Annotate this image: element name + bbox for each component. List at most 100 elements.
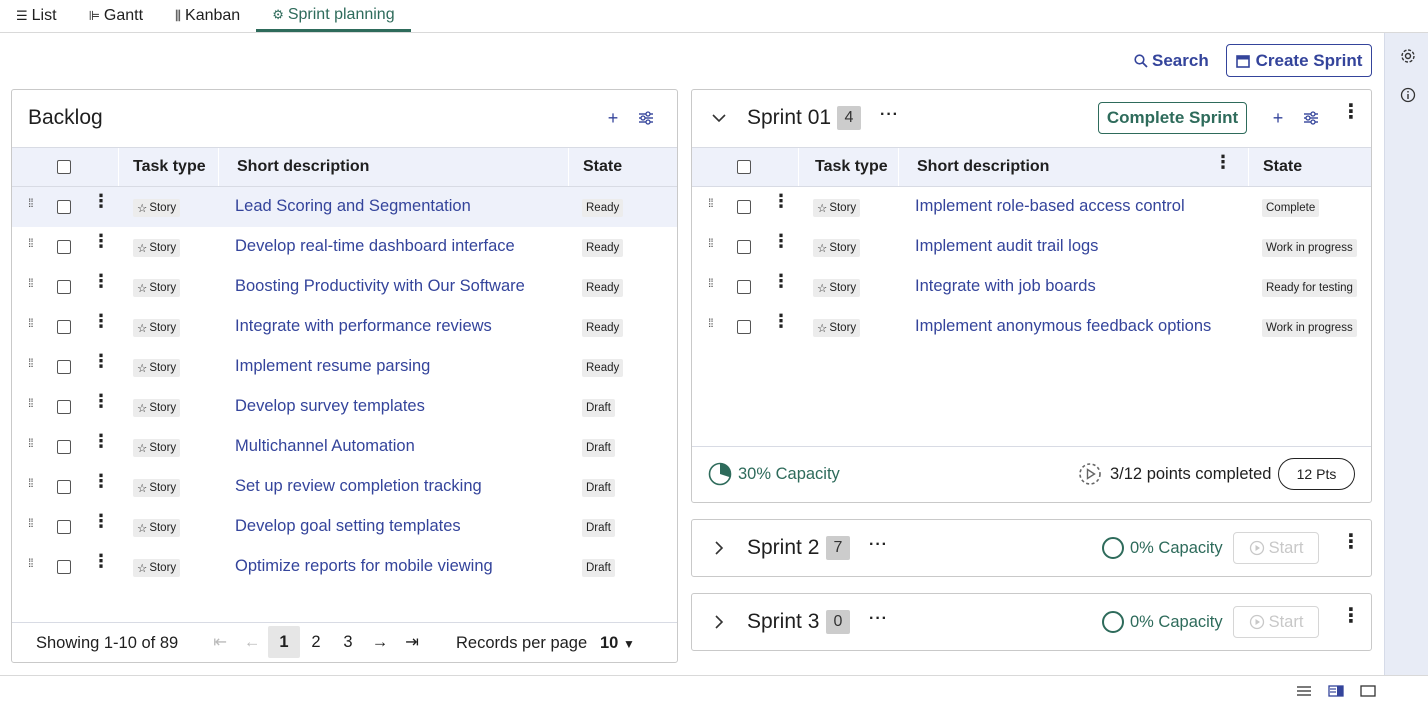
row-checkbox[interactable] — [57, 480, 71, 494]
select-all-checkbox[interactable] — [57, 160, 71, 174]
row-menu-icon[interactable]: ⋮ — [92, 512, 110, 530]
task-link[interactable]: Set up review completion tracking — [235, 477, 482, 496]
row-checkbox[interactable] — [57, 320, 71, 334]
row-menu-icon[interactable]: ⋮ — [772, 192, 790, 210]
task-link[interactable]: Implement anonymous feedback options — [915, 317, 1211, 336]
task-link[interactable]: Implement role-based access control — [915, 197, 1185, 216]
drag-handle-icon[interactable]: ⁞⁞ — [28, 237, 38, 249]
start-sprint-button[interactable]: Start — [1233, 532, 1319, 564]
page-button[interactable]: 3 — [332, 626, 364, 658]
row-menu-icon[interactable]: ⋮ — [92, 472, 110, 490]
drag-handle-icon[interactable]: ⁞⁞ — [708, 277, 718, 289]
filter-settings-icon[interactable] — [1301, 108, 1321, 128]
kebab-menu-icon[interactable]: ⋮ — [1341, 606, 1361, 626]
column-short-description[interactable]: Short description — [218, 148, 568, 186]
task-link[interactable]: Multichannel Automation — [235, 437, 415, 456]
row-menu-icon[interactable]: ⋮ — [772, 312, 790, 330]
tab-list[interactable]: ☰ List — [0, 0, 73, 32]
row-menu-icon[interactable]: ⋮ — [772, 272, 790, 290]
page-button[interactable]: 1 — [268, 626, 300, 658]
full-view-icon[interactable] — [1360, 684, 1376, 700]
chevron-right-icon[interactable] — [714, 615, 724, 632]
more-options-icon[interactable]: ··· — [869, 536, 888, 554]
last-page-icon[interactable]: ⇥ — [396, 626, 428, 658]
drag-handle-icon[interactable]: ⁞⁞ — [708, 197, 718, 209]
table-row[interactable]: ⁞⁞ ⋮ ☆ Story Implement anonymous feedback op… — [692, 307, 1371, 347]
search-button[interactable]: Search — [1134, 50, 1209, 72]
table-row[interactable]: ⁞⁞ ⋮ ☆ Story Integrate with job boards Ready … — [692, 267, 1371, 307]
column-state[interactable]: State — [1248, 148, 1371, 186]
chevron-down-icon[interactable] — [712, 110, 726, 126]
column-task-type[interactable]: Task type — [118, 148, 218, 186]
row-checkbox[interactable] — [57, 240, 71, 254]
row-checkbox[interactable] — [737, 240, 751, 254]
table-row[interactable]: ⁞⁞ ⋮ ☆ Story Integrate with performance revi… — [12, 307, 677, 347]
row-checkbox[interactable] — [737, 200, 751, 214]
complete-sprint-button[interactable]: Complete Sprint — [1098, 102, 1247, 134]
select-all-checkbox[interactable] — [737, 160, 751, 174]
kebab-menu-icon[interactable]: ⋮ — [1341, 532, 1361, 552]
row-checkbox[interactable] — [737, 280, 751, 294]
row-checkbox[interactable] — [57, 520, 71, 534]
drag-handle-icon[interactable]: ⁞⁞ — [28, 197, 38, 209]
row-checkbox[interactable] — [57, 200, 71, 214]
table-row[interactable]: ⁞⁞ ⋮ ☆ Story Develop goal setting templates D… — [12, 507, 677, 547]
row-menu-icon[interactable]: ⋮ — [92, 312, 110, 330]
row-checkbox[interactable] — [57, 560, 71, 574]
table-row[interactable]: ⁞⁞ ⋮ ☆ Story Set up review completion tracki… — [12, 467, 677, 507]
drag-handle-icon[interactable]: ⁞⁞ — [708, 237, 718, 249]
drag-handle-icon[interactable]: ⁞⁞ — [28, 317, 38, 329]
drag-handle-icon[interactable]: ⁞⁞ — [28, 397, 38, 409]
row-checkbox[interactable] — [57, 280, 71, 294]
row-menu-icon[interactable]: ⋮ — [92, 192, 110, 210]
column-menu-icon[interactable]: ⋮ — [1214, 153, 1232, 171]
drag-handle-icon[interactable]: ⁞⁞ — [28, 517, 38, 529]
task-link[interactable]: Lead Scoring and Segmentation — [235, 197, 471, 216]
split-view-icon[interactable] — [1328, 684, 1344, 700]
table-row[interactable]: ⁞⁞ ⋮ ☆ Story Implement audit trail logs Work … — [692, 227, 1371, 267]
row-checkbox[interactable] — [57, 440, 71, 454]
row-menu-icon[interactable]: ⋮ — [92, 552, 110, 570]
task-link[interactable]: Optimize reports for mobile viewing — [235, 557, 493, 576]
task-link[interactable]: Develop goal setting templates — [235, 517, 461, 536]
drag-handle-icon[interactable]: ⁞⁞ — [28, 477, 38, 489]
list-density-icon[interactable] — [1296, 684, 1312, 700]
drag-handle-icon[interactable]: ⁞⁞ — [28, 357, 38, 369]
create-sprint-button[interactable]: Create Sprint — [1226, 44, 1372, 77]
task-link[interactable]: Implement resume parsing — [235, 357, 430, 376]
drag-handle-icon[interactable]: ⁞⁞ — [28, 277, 38, 289]
table-row[interactable]: ⁞⁞ ⋮ ☆ Story Develop real-time dashboard int… — [12, 227, 677, 267]
gear-icon[interactable] — [1399, 47, 1417, 65]
task-link[interactable]: Develop survey templates — [235, 397, 425, 416]
column-short-description[interactable]: Short description — [898, 148, 1248, 186]
table-row[interactable]: ⁞⁞ ⋮ ☆ Story Multichannel Automation Draft — [12, 427, 677, 467]
drag-handle-icon[interactable]: ⁞⁞ — [708, 317, 718, 329]
row-menu-icon[interactable]: ⋮ — [92, 232, 110, 250]
table-row[interactable]: ⁞⁞ ⋮ ☆ Story Lead Scoring and Segmentation Re… — [12, 187, 677, 227]
drag-handle-icon[interactable]: ⁞⁞ — [28, 557, 38, 569]
table-row[interactable]: ⁞⁞ ⋮ ☆ Story Develop survey templates Draft — [12, 387, 677, 427]
row-checkbox[interactable] — [57, 360, 71, 374]
row-menu-icon[interactable]: ⋮ — [92, 392, 110, 410]
row-checkbox[interactable] — [57, 400, 71, 414]
records-per-page-select[interactable]: 10 ▼ — [600, 634, 635, 653]
add-icon[interactable]: + — [1268, 108, 1288, 128]
tab-sprint-planning[interactable]: ⚙ Sprint planning — [256, 0, 411, 32]
task-link[interactable]: Develop real-time dashboard interface — [235, 237, 515, 256]
column-state[interactable]: State — [568, 148, 677, 186]
prev-page-icon[interactable]: ← — [236, 626, 268, 658]
row-menu-icon[interactable]: ⋮ — [92, 352, 110, 370]
first-page-icon[interactable]: ⇤ — [204, 626, 236, 658]
row-menu-icon[interactable]: ⋮ — [92, 272, 110, 290]
kebab-menu-icon[interactable]: ⋮ — [1341, 102, 1361, 122]
chevron-right-icon[interactable] — [714, 541, 724, 558]
tab-gantt[interactable]: ⊫ Gantt — [73, 0, 159, 32]
more-options-icon[interactable]: ··· — [880, 106, 899, 124]
next-page-icon[interactable]: → — [364, 626, 396, 658]
row-menu-icon[interactable]: ⋮ — [772, 232, 790, 250]
table-row[interactable]: ⁞⁞ ⋮ ☆ Story Implement resume parsing Ready — [12, 347, 677, 387]
row-menu-icon[interactable]: ⋮ — [92, 432, 110, 450]
table-row[interactable]: ⁞⁞ ⋮ ☆ Story Optimize reports for mobile vie… — [12, 547, 677, 587]
row-checkbox[interactable] — [737, 320, 751, 334]
task-link[interactable]: Integrate with performance reviews — [235, 317, 492, 336]
